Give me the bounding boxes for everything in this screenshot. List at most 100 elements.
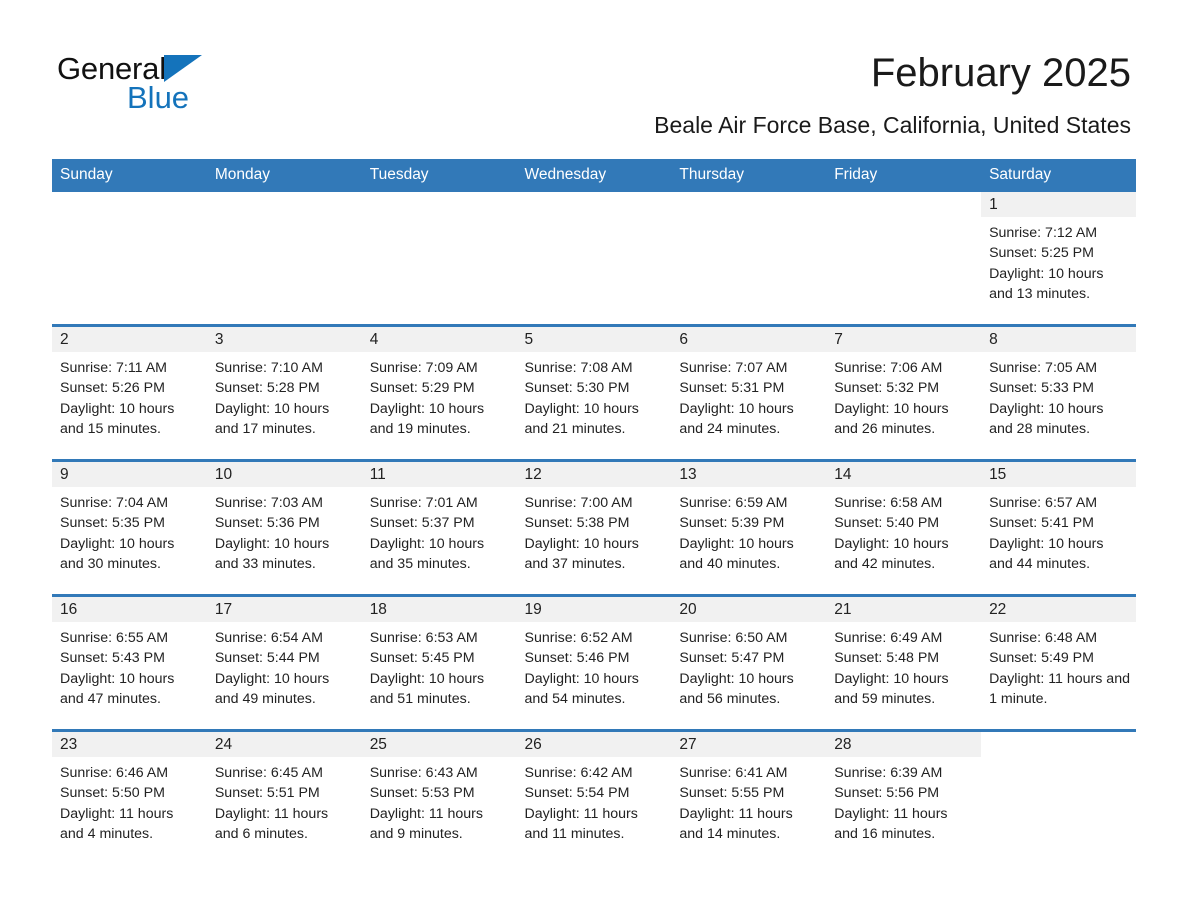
day-details: Sunrise: 6:43 AM Sunset: 5:53 PM Daylight:… bbox=[362, 757, 517, 844]
calendar-day-content: 18 Sunrise: 6:53 AM Sunset: 5:45 PM Dayligh… bbox=[361, 597, 517, 729]
calendar-day-cell[interactable]: 26 Sunrise: 6:42 AM Sunset: 5:54 PM Dayligh… bbox=[516, 729, 672, 864]
day-number: 14 bbox=[826, 462, 982, 487]
calendar-day-cell bbox=[826, 192, 982, 326]
calendar-day-cell[interactable]: 17 Sunrise: 6:54 AM Sunset: 5:44 PM Dayligh… bbox=[206, 594, 362, 731]
calendar-day-content: 15 Sunrise: 6:57 AM Sunset: 5:41 PM Dayligh… bbox=[981, 462, 1136, 594]
calendar-day-content: 10 Sunrise: 7:03 AM Sunset: 5:36 PM Dayligh… bbox=[206, 462, 362, 594]
sunrise-text: Sunrise: 7:04 AM bbox=[60, 495, 169, 511]
daylight-text: Daylight: 10 hours and 56 minutes. bbox=[679, 670, 794, 707]
calendar-day-cell[interactable]: 5 Sunrise: 7:08 AM Sunset: 5:30 PM Daylight… bbox=[516, 324, 672, 461]
calendar-day-cell[interactable]: 10 Sunrise: 7:03 AM Sunset: 5:36 PM Dayligh… bbox=[206, 459, 362, 596]
sunset-text: Sunset: 5:33 PM bbox=[989, 380, 1094, 397]
calendar-day-content: 12 Sunrise: 7:00 AM Sunset: 5:38 PM Dayligh… bbox=[516, 462, 672, 594]
calendar-day-cell[interactable]: 25 Sunrise: 6:43 AM Sunset: 5:53 PM Dayligh… bbox=[361, 729, 517, 864]
day-number: 4 bbox=[361, 327, 517, 352]
day-details: Sunrise: 7:03 AM Sunset: 5:36 PM Daylight:… bbox=[207, 487, 362, 574]
day-number bbox=[206, 192, 362, 217]
sunset-text: Sunset: 5:46 PM bbox=[524, 650, 630, 667]
sunset-text: Sunset: 5:55 PM bbox=[679, 785, 785, 802]
calendar-day-cell[interactable]: 27 Sunrise: 6:41 AM Sunset: 5:55 PM Dayligh… bbox=[671, 729, 827, 864]
daylight-text: Daylight: 11 hours and 16 minutes. bbox=[834, 805, 948, 842]
calendar-empty-cell bbox=[361, 192, 517, 324]
calendar-day-content: 27 Sunrise: 6:41 AM Sunset: 5:55 PM Dayligh… bbox=[671, 732, 827, 864]
calendar-day-cell[interactable]: 9 Sunrise: 7:04 AM Sunset: 5:35 PM Daylight… bbox=[52, 459, 207, 596]
day-details: Sunrise: 7:05 AM Sunset: 5:33 PM Daylight:… bbox=[981, 352, 1136, 439]
calendar-day-cell[interactable]: 13 Sunrise: 6:59 AM Sunset: 5:39 PM Dayligh… bbox=[671, 459, 827, 596]
calendar-empty-cell bbox=[826, 192, 982, 324]
daylight-text: Daylight: 10 hours and 49 minutes. bbox=[214, 670, 330, 707]
daylight-text: Daylight: 11 hours and 14 minutes. bbox=[679, 805, 793, 842]
calendar-day-cell[interactable]: 4 Sunrise: 7:09 AM Sunset: 5:29 PM Daylight… bbox=[361, 324, 517, 461]
daylight-text: Daylight: 10 hours and 15 minutes. bbox=[60, 400, 175, 437]
day-number bbox=[981, 732, 1136, 757]
calendar-day-content: 14 Sunrise: 6:58 AM Sunset: 5:40 PM Dayligh… bbox=[826, 462, 982, 594]
day-number: 26 bbox=[516, 732, 672, 757]
sunrise-text: Sunrise: 6:46 AM bbox=[60, 765, 169, 781]
sunset-text: Sunset: 5:32 PM bbox=[834, 380, 940, 397]
calendar-day-cell[interactable]: 8 Sunrise: 7:05 AM Sunset: 5:33 PM Daylight… bbox=[981, 324, 1136, 461]
calendar-day-content: 3 Sunrise: 7:10 AM Sunset: 5:28 PM Daylight… bbox=[206, 327, 362, 459]
calendar-day-cell[interactable]: 20 Sunrise: 6:50 AM Sunset: 5:47 PM Dayligh… bbox=[671, 594, 827, 731]
sunrise-text: Sunrise: 6:48 AM bbox=[989, 630, 1098, 646]
calendar-day-cell[interactable]: 6 Sunrise: 7:07 AM Sunset: 5:31 PM Daylight… bbox=[671, 324, 827, 461]
sunset-text: Sunset: 5:54 PM bbox=[524, 785, 630, 802]
calendar-day-cell[interactable]: 18 Sunrise: 6:53 AM Sunset: 5:45 PM Dayligh… bbox=[361, 594, 517, 731]
calendar-day-cell[interactable]: 19 Sunrise: 6:52 AM Sunset: 5:46 PM Dayligh… bbox=[516, 594, 672, 731]
calendar-day-cell[interactable]: 14 Sunrise: 6:58 AM Sunset: 5:40 PM Dayligh… bbox=[826, 459, 982, 596]
calendar-day-cell[interactable]: 3 Sunrise: 7:10 AM Sunset: 5:28 PM Daylight… bbox=[206, 324, 362, 461]
day-details: Sunrise: 7:08 AM Sunset: 5:30 PM Daylight:… bbox=[517, 352, 672, 439]
day-details: Sunrise: 6:46 AM Sunset: 5:50 PM Daylight:… bbox=[52, 757, 207, 844]
calendar-day-content: 11 Sunrise: 7:01 AM Sunset: 5:37 PM Dayligh… bbox=[361, 462, 517, 594]
day-details: Sunrise: 7:00 AM Sunset: 5:38 PM Daylight:… bbox=[517, 487, 672, 574]
daylight-text: Daylight: 10 hours and 24 minutes. bbox=[679, 400, 794, 437]
sunset-text: Sunset: 5:37 PM bbox=[369, 515, 475, 532]
daylight-text: Daylight: 11 hours and 4 minutes. bbox=[60, 805, 174, 842]
daylight-text: Daylight: 10 hours and 19 minutes. bbox=[369, 400, 485, 437]
daylight-text: Daylight: 10 hours and 17 minutes. bbox=[214, 400, 330, 437]
day-number bbox=[671, 192, 827, 217]
sunrise-text: Sunrise: 7:07 AM bbox=[679, 360, 788, 376]
calendar-day-cell[interactable]: 16 Sunrise: 6:55 AM Sunset: 5:43 PM Dayligh… bbox=[52, 594, 207, 731]
page-subtitle: Beale Air Force Base, California, United… bbox=[654, 112, 1131, 138]
calendar-day-cell[interactable]: 22 Sunrise: 6:48 AM Sunset: 5:49 PM Dayligh… bbox=[981, 594, 1136, 731]
calendar-day-cell[interactable]: 7 Sunrise: 7:06 AM Sunset: 5:32 PM Daylight… bbox=[826, 324, 982, 461]
calendar-day-content: 19 Sunrise: 6:52 AM Sunset: 5:46 PM Dayligh… bbox=[516, 597, 672, 729]
calendar-empty-cell bbox=[981, 732, 1136, 864]
day-details: Sunrise: 7:06 AM Sunset: 5:32 PM Daylight:… bbox=[826, 352, 981, 439]
calendar-day-cell[interactable]: 12 Sunrise: 7:00 AM Sunset: 5:38 PM Dayligh… bbox=[516, 459, 672, 596]
calendar-day-cell[interactable]: 1 Sunrise: 7:12 AM Sunset: 5:25 PM Daylight… bbox=[981, 192, 1136, 326]
day-number: 1 bbox=[981, 192, 1136, 217]
calendar-day-content: 2 Sunrise: 7:11 AM Sunset: 5:26 PM Daylight… bbox=[52, 327, 207, 459]
daylight-text: Daylight: 10 hours and 21 minutes. bbox=[524, 400, 639, 437]
calendar-day-cell[interactable]: 28 Sunrise: 6:39 AM Sunset: 5:56 PM Dayligh… bbox=[826, 729, 982, 864]
day-number: 9 bbox=[52, 462, 207, 487]
calendar-day-cell[interactable]: 15 Sunrise: 6:57 AM Sunset: 5:41 PM Dayligh… bbox=[981, 459, 1136, 596]
day-number: 19 bbox=[516, 597, 672, 622]
calendar-day-content: 9 Sunrise: 7:04 AM Sunset: 5:35 PM Daylight… bbox=[52, 462, 207, 594]
calendar-day-content: 6 Sunrise: 7:07 AM Sunset: 5:31 PM Daylight… bbox=[671, 327, 827, 459]
sunset-text: Sunset: 5:28 PM bbox=[214, 380, 320, 397]
sunset-text: Sunset: 5:56 PM bbox=[834, 785, 940, 802]
day-details: Sunrise: 6:41 AM Sunset: 5:55 PM Daylight:… bbox=[671, 757, 826, 844]
day-number bbox=[516, 192, 672, 217]
calendar-body: 1 Sunrise: 7:12 AM Sunset: 5:25 PM Daylight… bbox=[52, 192, 1136, 864]
calendar-day-cell[interactable]: 21 Sunrise: 6:49 AM Sunset: 5:48 PM Dayligh… bbox=[826, 594, 982, 731]
calendar-table: Sunday Monday Tuesday Wednesday Thursday… bbox=[52, 159, 1136, 864]
day-details: Sunrise: 6:59 AM Sunset: 5:39 PM Daylight:… bbox=[671, 487, 826, 574]
day-number bbox=[361, 192, 517, 217]
calendar-week-row: 9 Sunrise: 7:04 AM Sunset: 5:35 PM Daylight… bbox=[52, 459, 1136, 596]
day-number: 24 bbox=[206, 732, 362, 757]
day-number bbox=[52, 192, 207, 217]
calendar-day-cell[interactable]: 23 Sunrise: 6:46 AM Sunset: 5:50 PM Dayligh… bbox=[52, 729, 207, 864]
day-number: 2 bbox=[52, 327, 207, 352]
sunrise-text: Sunrise: 6:59 AM bbox=[679, 495, 788, 511]
weekday-header-wednesday: Wednesday bbox=[516, 159, 672, 192]
weekday-header-saturday: Saturday bbox=[981, 159, 1136, 192]
sunrise-text: Sunrise: 6:52 AM bbox=[524, 630, 633, 646]
day-number: 12 bbox=[516, 462, 672, 487]
sunset-text: Sunset: 5:47 PM bbox=[679, 650, 785, 667]
calendar-day-cell[interactable]: 24 Sunrise: 6:45 AM Sunset: 5:51 PM Dayligh… bbox=[206, 729, 362, 864]
calendar-day-cell[interactable]: 2 Sunrise: 7:11 AM Sunset: 5:26 PM Daylight… bbox=[52, 324, 207, 461]
sunset-text: Sunset: 5:30 PM bbox=[524, 380, 630, 397]
calendar-day-cell[interactable]: 11 Sunrise: 7:01 AM Sunset: 5:37 PM Dayligh… bbox=[361, 459, 517, 596]
